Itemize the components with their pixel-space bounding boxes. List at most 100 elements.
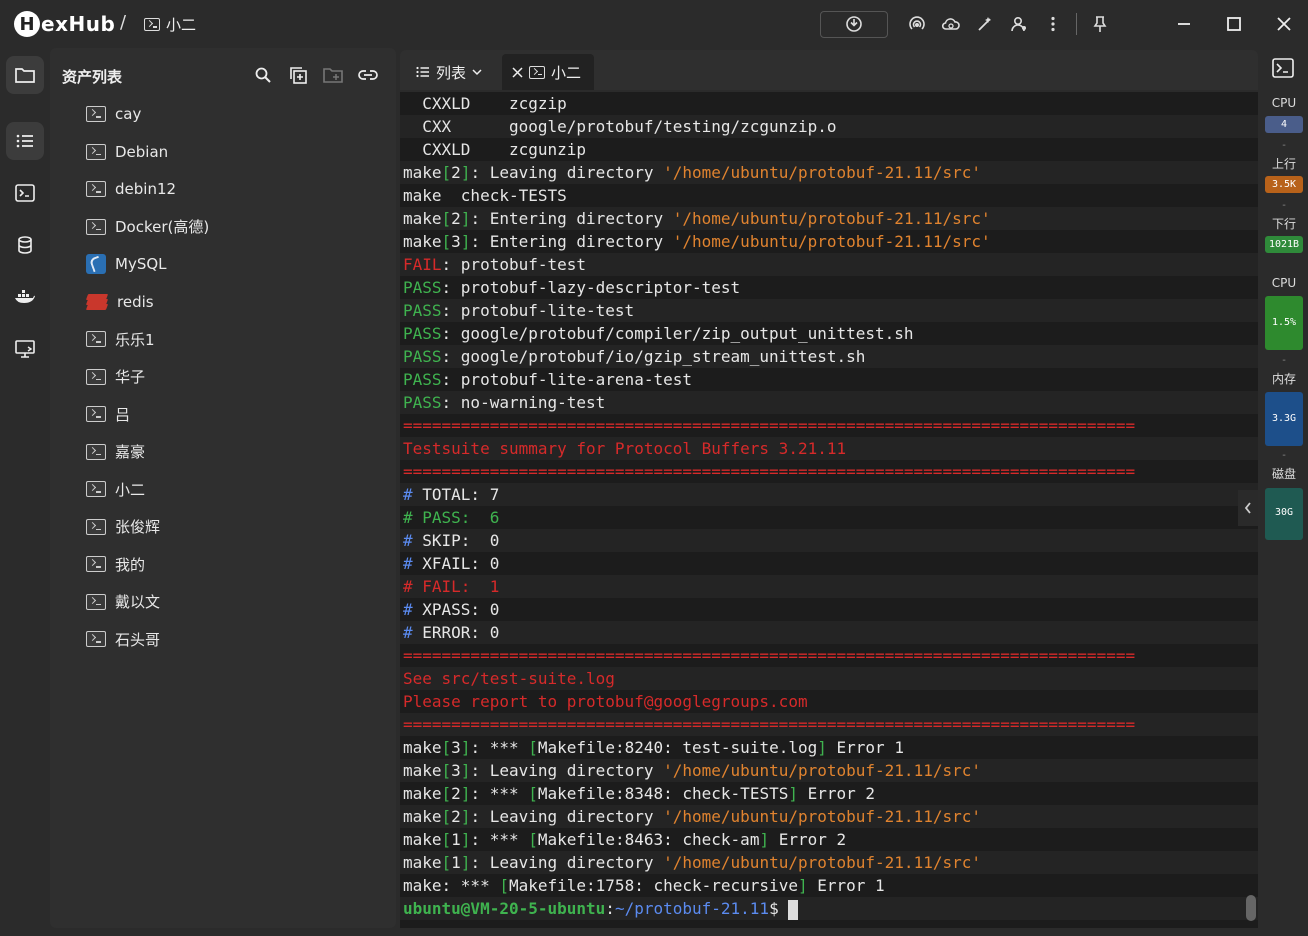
terminal-line: make[3]: *** [Makefile:8240: test-suite.…	[400, 736, 1258, 759]
disk-gauge: 30G	[1265, 488, 1303, 540]
cpu-cores-label: CPU	[1271, 96, 1297, 110]
terminal-text-segment: : protobuf-test	[441, 255, 587, 274]
terminal-text-segment: ]	[460, 163, 471, 182]
tab-session-label: 小二	[551, 63, 582, 82]
cpu-cores-badge: 4	[1265, 116, 1303, 133]
asset-item[interactable]: 戴以文	[86, 587, 160, 617]
asset-item[interactable]: 嘉豪	[86, 437, 145, 467]
terminal-text-segment: [	[528, 784, 538, 803]
asset-item[interactable]: cay	[86, 99, 141, 129]
asset-item[interactable]: debin12	[86, 174, 176, 204]
terminal-text-segment: '/home/ubuntu/protobuf-21.11/src'	[672, 209, 991, 228]
link-icon	[357, 70, 378, 80]
terminal-line: # FAIL: 1	[400, 575, 1258, 598]
asset-item[interactable]: redis	[85, 287, 154, 317]
terminal-text-segment: ]	[460, 784, 471, 803]
add-asset-button[interactable]	[285, 64, 310, 86]
terminal-icon	[86, 631, 106, 647]
asset-item-label: 华子	[115, 368, 146, 386]
rail-database-button[interactable]	[6, 226, 44, 264]
asset-item[interactable]: MySQL	[86, 249, 167, 279]
asset-item[interactable]: 小二	[86, 474, 145, 504]
terminal-text-segment: [	[441, 784, 452, 803]
terminal-text-segment: SKIP: 0	[422, 531, 500, 550]
pin-button[interactable]	[1083, 10, 1117, 38]
terminal-line: ubuntu@VM-20-5-ubuntu:~/protobuf-21.11$	[400, 897, 1258, 920]
broadcast-button[interactable]	[900, 10, 934, 38]
maximize-button[interactable]	[1214, 10, 1254, 38]
asset-item-label: redis	[117, 292, 154, 311]
add-folder-button[interactable]	[320, 64, 345, 86]
terminal-text-segment: ]	[797, 876, 808, 895]
tab-list-dropdown[interactable]: 列表	[416, 54, 482, 90]
terminal-text-segment: ]	[817, 738, 827, 757]
terminal-line: ========================================…	[400, 414, 1258, 437]
terminal-line: PASS: protobuf-lite-arena-test	[400, 368, 1258, 391]
asset-item[interactable]: 乐乐1	[86, 324, 155, 354]
asset-item[interactable]: Docker(高德)	[86, 212, 209, 242]
terminal-text-segment: make	[403, 807, 442, 826]
pin-icon	[1093, 16, 1107, 32]
terminal-text-segment: #	[403, 623, 423, 642]
collapse-panel-button[interactable]	[1238, 490, 1258, 526]
terminal-line: CXXLD zcgzip	[400, 92, 1258, 115]
more-button[interactable]	[1036, 10, 1070, 38]
rail-terminal-button[interactable]	[6, 174, 44, 212]
folder-add-icon	[322, 68, 343, 83]
terminal-scrollbar[interactable]	[1246, 895, 1256, 921]
terminal-line: make: *** [Makefile:1758: check-recursiv…	[400, 874, 1258, 897]
terminal-output[interactable]: CXXLD zcgzip CXX google/protobuf/testing…	[400, 92, 1258, 928]
minimize-button[interactable]	[1164, 10, 1204, 38]
terminal-text-segment: Makefile:1758: check-recursive	[508, 876, 798, 895]
docker-icon	[15, 290, 35, 303]
asset-item[interactable]: 华子	[86, 362, 145, 392]
cloud-sync-button[interactable]	[934, 10, 968, 38]
terminal-text-segment: : Leaving directory	[470, 761, 664, 780]
list-icon	[16, 134, 33, 148]
user-button[interactable]	[1002, 10, 1036, 38]
close-window-button[interactable]	[1264, 10, 1304, 38]
rail-list-button[interactable]	[6, 122, 44, 160]
monitor-terminal-button[interactable]	[1272, 58, 1294, 82]
redis-icon	[85, 293, 109, 311]
asset-item[interactable]: 石头哥	[86, 624, 160, 654]
rail-assets-button[interactable]	[6, 56, 44, 94]
link-button[interactable]	[355, 64, 380, 86]
rail-monitor-button[interactable]	[6, 330, 44, 368]
asset-item[interactable]: 张俊辉	[86, 512, 160, 542]
chevron-left-icon	[1244, 502, 1251, 514]
terminal-text-segment: PASS	[403, 278, 442, 297]
terminal-line: # PASS: 6	[400, 506, 1258, 529]
terminal-text-segment: PASS	[403, 301, 442, 320]
terminal-text-segment: TOTAL: 7	[422, 485, 500, 504]
terminal-text-segment: ]	[460, 830, 471, 849]
maximize-icon	[1227, 17, 1241, 31]
tools-button[interactable]	[968, 10, 1002, 38]
copy-add-icon	[289, 67, 307, 84]
terminal-text-segment: : Leaving directory	[470, 163, 664, 182]
terminal-icon	[86, 556, 106, 572]
close-tab-icon[interactable]	[512, 66, 523, 78]
rail-docker-button[interactable]	[6, 278, 44, 316]
asset-item[interactable]: 吕	[86, 399, 130, 429]
terminal-text-segment: make	[403, 232, 442, 251]
terminal-line: make[3]: Leaving directory '/home/ubuntu…	[400, 759, 1258, 782]
asset-item-label: 小二	[115, 480, 146, 499]
terminal-icon	[529, 65, 545, 79]
asset-item[interactable]: 我的	[86, 549, 145, 579]
terminal-line: PASS: no-warning-test	[400, 391, 1258, 414]
tab-session-active[interactable]: 小二	[502, 54, 594, 90]
session-tab-bar: 列表 小二	[400, 50, 1258, 90]
terminal-line: make[2]: Entering directory '/home/ubunt…	[400, 207, 1258, 230]
terminal-text-segment: 3	[451, 738, 461, 757]
search-button[interactable]	[250, 64, 275, 86]
sync-button[interactable]	[820, 10, 888, 38]
terminal-text-segment: ]	[460, 209, 471, 228]
terminal-text-segment: : google/protobuf/compiler/zip_output_un…	[441, 324, 914, 343]
terminal-text-segment: [	[441, 761, 452, 780]
asset-item[interactable]: Debian	[86, 137, 168, 167]
folder-icon	[15, 68, 35, 83]
terminal-line: PASS: google/protobuf/compiler/zip_outpu…	[400, 322, 1258, 345]
terminal-text-segment: make: ***	[403, 876, 500, 895]
terminal-text-segment: Testsuite summary for Protocol Buffers 3…	[403, 439, 847, 458]
